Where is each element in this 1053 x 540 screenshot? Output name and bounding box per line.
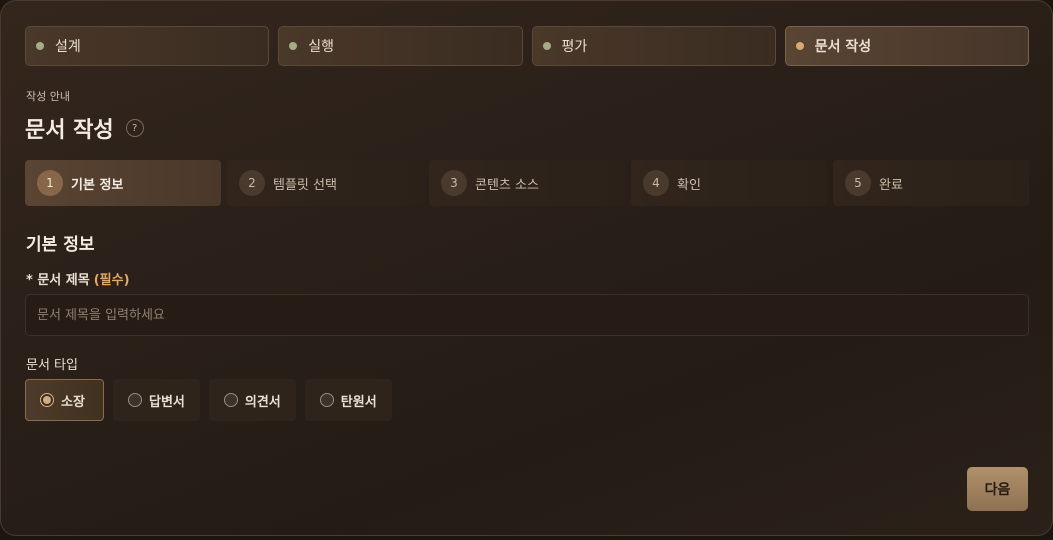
step-number: 5	[845, 170, 871, 196]
step-label: 기본 정보	[71, 177, 124, 193]
radio-option-answer[interactable]: 답변서	[113, 379, 200, 421]
step-basic-info[interactable]: 1 기본 정보	[25, 160, 221, 206]
help-icon[interactable]: ?	[125, 119, 144, 137]
section-title: 기본 정보	[26, 235, 95, 255]
top-tabs: 설계 실행 평가 문서 작성	[25, 26, 1029, 66]
status-dot-icon	[36, 42, 44, 50]
step-template-select[interactable]: 2 템플릿 선택	[227, 160, 423, 206]
status-dot-icon	[542, 42, 551, 50]
step-number: 2	[239, 170, 265, 196]
radio-unchecked-icon	[319, 393, 334, 407]
page-title-row: 문서 작성 ?	[25, 112, 144, 144]
required-note: (필수)	[93, 273, 130, 288]
step-confirm[interactable]: 4 확인	[631, 160, 827, 206]
document-title-label: * 문서 제목 (필수)	[26, 269, 130, 288]
radio-label: 소장	[61, 394, 85, 410]
document-title-input[interactable]	[25, 294, 1029, 336]
radio-checked-icon	[40, 393, 54, 407]
document-type-label: 문서 타입	[26, 358, 78, 373]
status-dot-icon	[289, 42, 298, 50]
tab-label: 실행	[308, 39, 335, 55]
radio-label: 의견서	[244, 394, 281, 410]
radio-label: 답변서	[149, 394, 185, 410]
tab-label: 평가	[561, 39, 588, 55]
step-number: 1	[37, 170, 63, 196]
step-label: 확인	[677, 177, 701, 193]
radio-label: 탄원서	[340, 394, 377, 410]
document-wizard-panel: 설계 실행 평가 문서 작성 작성 안내 문서 작성 ? 1 기본 정보 2 템…	[0, 0, 1053, 536]
radio-option-opinion[interactable]: 의견서	[208, 379, 296, 421]
step-number: 4	[643, 170, 669, 196]
tab-execute[interactable]: 실행	[278, 26, 523, 66]
page-title: 문서 작성	[25, 118, 114, 143]
field-label-text: * 문서 제목	[26, 273, 90, 288]
step-content-source[interactable]: 3 콘텐츠 소스	[429, 160, 625, 206]
step-number: 3	[441, 170, 467, 196]
tab-label: 문서 작성	[814, 39, 872, 55]
radio-unchecked-icon	[223, 393, 238, 407]
tab-evaluate[interactable]: 평가	[531, 26, 776, 66]
tab-label: 설계	[55, 39, 81, 55]
status-dot-icon	[795, 42, 804, 50]
page-eyebrow: 작성 안내	[26, 90, 70, 103]
wizard-steps: 1 기본 정보 2 템플릿 선택 3 콘텐츠 소스 4 확인 5 완료	[25, 160, 1029, 206]
next-button[interactable]: 다음	[967, 467, 1028, 511]
tab-design[interactable]: 설계	[25, 26, 270, 66]
step-complete[interactable]: 5 완료	[833, 160, 1029, 206]
document-type-radio-group: 소장 답변서 의견서 탄원서	[25, 379, 392, 421]
step-label: 템플릿 선택	[273, 177, 337, 193]
radio-option-petition[interactable]: 탄원서	[304, 379, 392, 421]
step-label: 완료	[879, 177, 903, 193]
tab-document-writing[interactable]: 문서 작성	[784, 26, 1029, 66]
radio-option-complaint[interactable]: 소장	[25, 379, 104, 421]
step-label: 콘텐츠 소스	[475, 177, 539, 193]
radio-unchecked-icon	[128, 393, 142, 407]
